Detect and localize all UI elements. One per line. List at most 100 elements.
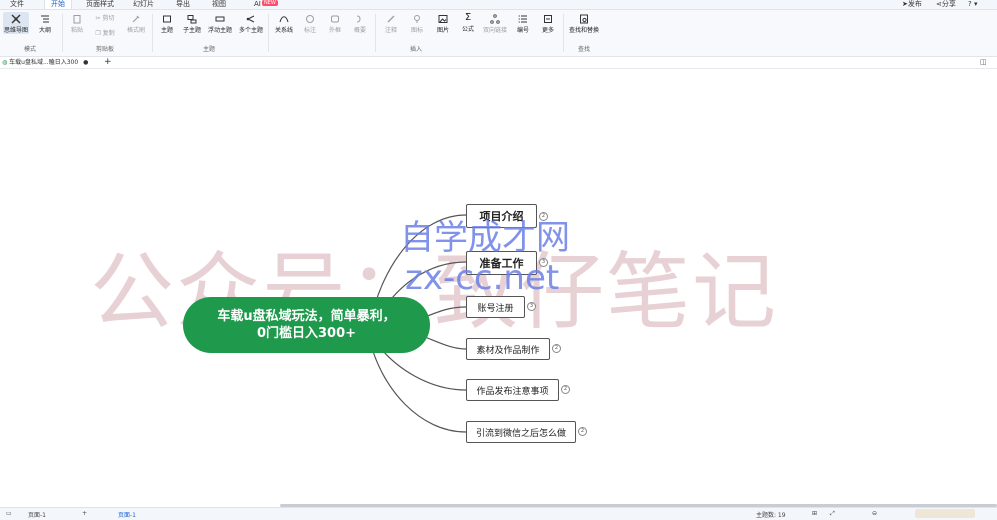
document-tab-bar: ◍ 车载u盘私域...瞌日入300 ● + ◫ [0, 57, 997, 69]
pin-icon [414, 15, 420, 23]
brush-icon [132, 15, 140, 23]
page-tab[interactable]: 页面-1 [118, 510, 136, 519]
image-button[interactable]: 图片 [430, 12, 456, 34]
note-label: 注释 [384, 27, 397, 34]
zoom-out-icon[interactable]: ⊖ [872, 510, 877, 517]
paste-label: 粘贴 [70, 27, 83, 34]
status-bar: ▭ 页面-1 + 页面-1 主题数: 19 ⊞ ⤢ ⊖ [0, 507, 997, 520]
page-selector[interactable]: 页面-1 [28, 510, 46, 519]
more-button[interactable]: 更多 [535, 12, 561, 34]
collapse-count-badge[interactable]: 2 [552, 344, 561, 353]
topic-label: 主题 [160, 27, 173, 34]
relation-icon [279, 16, 289, 23]
collapse-count-badge[interactable]: 2 [578, 427, 587, 436]
format-painter-label: 格式刷 [126, 27, 145, 34]
icon-label: 图标 [410, 27, 423, 34]
paste-button[interactable]: 粘贴 [64, 12, 90, 34]
icon-button[interactable]: 图标 [404, 12, 430, 34]
multi-topic-label: 多个主题 [238, 27, 263, 34]
copy-button[interactable]: ❐ 复制 [90, 28, 120, 42]
subtopic-button[interactable]: 子主题 [179, 12, 205, 34]
divider [375, 14, 376, 52]
format-painter-button[interactable]: 格式刷 [122, 12, 150, 34]
boundary-button[interactable]: 外框 [322, 12, 348, 34]
branch-topic[interactable]: 作品发布注意事项 [466, 379, 559, 401]
formula-button[interactable]: Σ 公式 [455, 12, 481, 33]
branch-topic[interactable]: 引流到微信之后怎么做 [466, 421, 576, 443]
summary-label: 概要 [353, 27, 366, 34]
group-find-label: 查找 [578, 46, 591, 53]
menu-tab-export[interactable]: 导出 [176, 0, 190, 9]
menu-tab-file[interactable]: 文件 [10, 0, 24, 9]
collapse-count-badge[interactable]: 3 [527, 302, 536, 311]
formula-label: 公式 [461, 26, 474, 33]
topic-button[interactable]: 主题 [154, 12, 180, 34]
link-label: 双向链接 [482, 27, 507, 34]
scissors-icon: ✂ [95, 15, 101, 22]
collapse-count-badge[interactable]: 2 [539, 212, 548, 221]
fit-view-icon[interactable]: ⊞ [812, 510, 817, 517]
subtopic-label: 子主题 [182, 27, 201, 34]
copy-icon: ❐ [95, 30, 101, 37]
pages-icon[interactable]: ▭ [6, 510, 12, 517]
divider [152, 14, 153, 52]
unsaved-dot-icon[interactable]: ● [83, 59, 88, 66]
menu-tab-view[interactable]: 视图 [212, 0, 226, 9]
summary-button[interactable]: 概要 [347, 12, 373, 34]
menu-bar: 文件 开始 页面样式 幻灯片 导出 视图 AI NEW ➤发布 ⋖分享 ? ▾ [0, 0, 997, 10]
list-icon [518, 15, 527, 23]
image-icon [438, 15, 448, 23]
menu-tab-page-style[interactable]: 页面样式 [86, 0, 114, 9]
float-topic-label: 浮动主题 [207, 27, 232, 34]
fullscreen-icon[interactable]: ⤢ [830, 510, 835, 518]
branch-topic[interactable]: 素材及作品制作 [466, 338, 550, 360]
menu-tab-ai[interactable]: AI [254, 0, 261, 9]
toolbar-strip [915, 509, 975, 518]
label-button[interactable]: 标注 [297, 12, 323, 34]
group-mode-label: 模式 [24, 46, 37, 53]
subtopic-icon [187, 15, 197, 24]
panel-toggle-icon[interactable]: ◫ [980, 58, 987, 66]
cut-button[interactable]: ✂ 剪切 [90, 13, 120, 27]
outline-button[interactable]: 大纲 [32, 12, 58, 34]
paste-icon [73, 15, 81, 24]
relation-button[interactable]: 关系线 [271, 12, 297, 34]
help-button[interactable]: ? ▾ [968, 0, 977, 9]
numbering-button[interactable]: 编号 [510, 12, 536, 34]
branch-topic[interactable]: 项目介绍 [466, 204, 537, 228]
summary-icon [356, 15, 361, 23]
branch-topic[interactable]: 账号注册 [466, 296, 525, 318]
document-tab-title: 车载u盘私域...瞌日入300 [9, 59, 79, 66]
boundary-icon [331, 15, 339, 23]
outline-label: 大纲 [38, 27, 51, 34]
group-topic-label: 主题 [203, 46, 216, 53]
note-button[interactable]: 注释 [378, 12, 404, 34]
publish-button[interactable]: ➤发布 [902, 0, 922, 9]
numbering-label: 编号 [516, 27, 529, 34]
relation-label: 关系线 [274, 27, 293, 34]
mindmap-icon [11, 14, 21, 24]
mindmap-button[interactable]: 思维导图 [3, 12, 29, 34]
more-label: 更多 [541, 27, 554, 34]
share-button[interactable]: ⋖分享 [936, 0, 956, 9]
collapse-count-badge[interactable]: 2 [561, 385, 570, 394]
find-replace-button[interactable]: 查找和替换 [566, 12, 602, 34]
add-tab-button[interactable]: + [104, 57, 112, 68]
collapse-count-badge[interactable]: 3 [539, 258, 548, 267]
multi-topic-button[interactable]: 多个主题 [236, 12, 266, 34]
find-icon [580, 14, 588, 24]
sigma-icon: Σ [464, 12, 472, 23]
mindmap-canvas[interactable]: 公众号：致仔笔记 车载u盘私域玩法，简单暴利， 0门槛日入300+ 项目介绍 2… [0, 69, 997, 506]
publish-label: 发布 [907, 0, 922, 8]
float-topic-button[interactable]: 浮动主题 [205, 12, 235, 34]
add-page-button[interactable]: + [82, 510, 87, 517]
branch-topic[interactable]: 准备工作 [466, 251, 537, 275]
menu-tab-slides[interactable]: 幻灯片 [133, 0, 154, 9]
link-button[interactable]: 双向链接 [481, 12, 509, 34]
topic-icon [163, 15, 171, 23]
copy-label: 复制 [102, 30, 115, 37]
menu-tab-start[interactable]: 开始 [44, 0, 72, 9]
central-topic[interactable]: 车载u盘私域玩法，简单暴利， 0门槛日入300+ [183, 297, 430, 353]
ribbon-toolbar: 思维导图 大纲 模式 粘贴 ✂ 剪切 ❐ 复制 格式刷 剪贴板 主题 子主题 浮… [0, 10, 997, 57]
document-tab[interactable]: ◍ 车载u盘私域...瞌日入300 ● [2, 57, 100, 68]
